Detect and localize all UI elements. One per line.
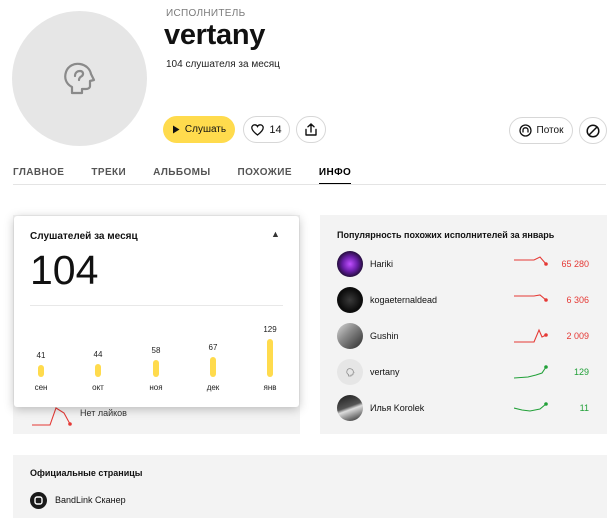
- collapse-chevron-icon[interactable]: ▲: [271, 229, 280, 239]
- listeners-bar-month: янв: [263, 383, 277, 392]
- tab-info[interactable]: ИНФО: [318, 167, 352, 185]
- avatar: [337, 323, 363, 349]
- play-icon: [172, 125, 180, 134]
- like-button[interactable]: 14: [243, 116, 290, 143]
- listeners-bar-month: сен: [34, 383, 48, 392]
- artist-row-name: Hariki: [370, 259, 394, 269]
- popup-title: Слушателей за месяц: [30, 231, 138, 242]
- listeners-bar[interactable]: [267, 339, 273, 377]
- tab-similar[interactable]: ПОХОЖИЕ: [238, 167, 292, 183]
- tab-main[interactable]: ГЛАВНОЕ: [13, 167, 64, 183]
- flow-label: Поток: [536, 125, 564, 136]
- listeners-bar-month: окт: [92, 383, 104, 392]
- flow-button[interactable]: Поток: [509, 117, 573, 144]
- listeners-bar[interactable]: [38, 365, 44, 377]
- artist-name: vertany: [164, 19, 266, 51]
- list-item[interactable]: vertany 129: [337, 359, 597, 385]
- listeners-bar-value: 44: [93, 350, 103, 359]
- share-button[interactable]: [296, 116, 326, 143]
- listeners-bar-value: 41: [36, 351, 46, 360]
- popularity-title: Популярность похожих исполнителей за янв…: [337, 230, 555, 240]
- listeners-bar[interactable]: [153, 360, 159, 377]
- block-artist-button[interactable]: [579, 117, 607, 144]
- artist-row-value: 65 280: [561, 259, 589, 269]
- artist-row-name: Илья Korolek: [370, 403, 425, 413]
- artist-tabs: ГЛАВНОЕ ТРЕКИ АЛЬБОМЫ ПОХОЖИЕ ИНФО: [13, 167, 378, 185]
- artist-row-name: kogaeternaldead: [370, 295, 438, 305]
- listeners-bar-value: 129: [263, 325, 277, 334]
- popup-divider: [30, 305, 283, 306]
- share-icon: [305, 123, 317, 136]
- official-pages-panel: Официальные страницы BandLink Сканер: [13, 455, 607, 518]
- monthly-listeners-number: 104: [30, 247, 99, 293]
- listeners-bar-month: дек: [206, 383, 220, 392]
- list-item[interactable]: Илья Korolek 11: [337, 395, 597, 421]
- list-item[interactable]: Gushin 2 009: [337, 323, 597, 349]
- monthly-listeners-popup: Слушателей за месяц ▲ 104 41 сен 44 окт 58 но…: [14, 216, 299, 407]
- tabs-divider: [13, 184, 606, 185]
- artist-placeholder-icon: [345, 367, 355, 376]
- flow-icon: [518, 124, 532, 137]
- artist-row-value: 6 306: [566, 295, 589, 305]
- avatar: [337, 251, 363, 277]
- page-kicker: ИСПОЛНИТЕЛЬ: [166, 8, 246, 19]
- list-item[interactable]: Hariki 65 280: [337, 251, 597, 277]
- listen-button[interactable]: Слушать: [163, 116, 235, 143]
- tab-tracks[interactable]: ТРЕКИ: [91, 167, 126, 183]
- listeners-bar-value: 58: [151, 346, 161, 355]
- listeners-bar-value: 67: [208, 343, 218, 352]
- bandlink-link[interactable]: BandLink Сканер: [55, 495, 126, 505]
- artist-row-name: Gushin: [370, 331, 399, 341]
- avatar: [337, 359, 363, 385]
- artist-row-value: 11: [579, 403, 589, 413]
- avatar: [337, 287, 363, 313]
- artist-row-name: vertany: [370, 367, 400, 377]
- list-item[interactable]: kogaeternaldead 6 306: [337, 287, 597, 313]
- artist-row-value: 129: [573, 367, 589, 377]
- tab-albums[interactable]: АЛЬБОМЫ: [153, 167, 210, 183]
- avatar: [337, 395, 363, 421]
- block-icon: [586, 123, 600, 138]
- heart-icon: [251, 123, 265, 136]
- artist-avatar: [12, 11, 147, 146]
- monthly-listeners-text: 104 слушателя за месяц: [166, 59, 280, 70]
- listen-label: Слушать: [184, 124, 227, 135]
- similar-popularity-panel: Популярность похожих исполнителей за янв…: [320, 215, 607, 434]
- listeners-bar[interactable]: [210, 357, 216, 377]
- listeners-bar-month: ноя: [149, 383, 163, 392]
- no-likes-label: Нет лайков: [80, 408, 127, 418]
- artist-row-value: 2 009: [566, 331, 589, 341]
- bandlink-icon: [30, 492, 47, 509]
- listeners-bar[interactable]: [95, 364, 101, 377]
- official-pages-title: Официальные страницы: [30, 468, 143, 478]
- artist-placeholder-icon: [63, 62, 95, 94]
- like-count: 14: [269, 123, 282, 136]
